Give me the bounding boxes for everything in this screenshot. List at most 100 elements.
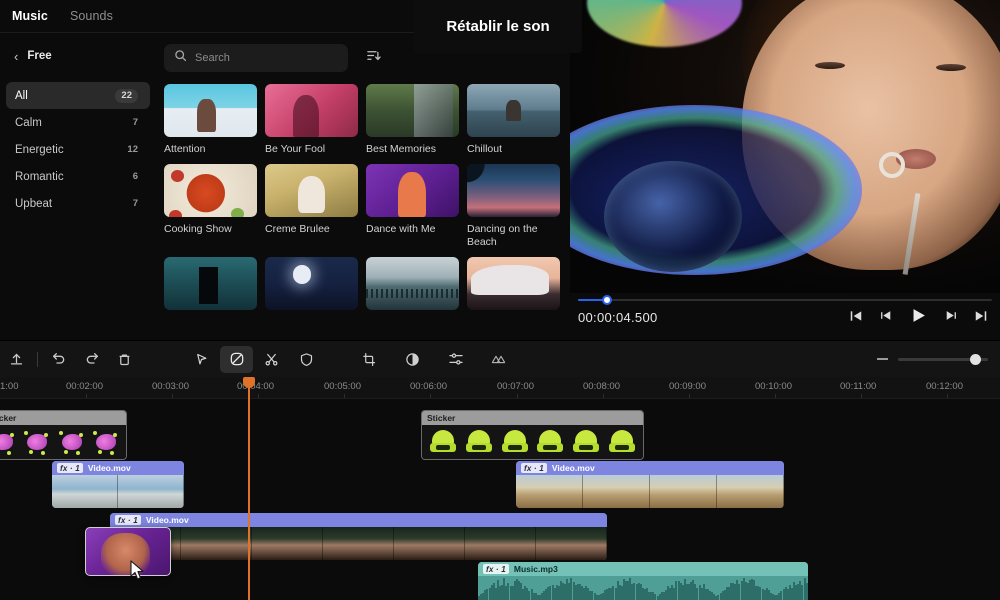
preview-video[interactable]: [570, 0, 1000, 293]
track-thumbnail[interactable]: [366, 84, 459, 137]
select-tool-icon[interactable]: [185, 346, 218, 373]
track-card[interactable]: Cooking Show: [164, 164, 257, 249]
filmstrip: [516, 475, 784, 508]
zoom-slider-track[interactable]: [898, 353, 988, 365]
preview-player: 00:00:04.500: [570, 0, 1000, 340]
track-card[interactable]: Be Your Fool: [265, 84, 358, 156]
timeline-tracks[interactable]: Sticker Sticker: [0, 399, 1000, 600]
track-card[interactable]: Best Memories: [366, 84, 459, 156]
video-editor-app: Music Sounds ‹ Free All 22 Calm 7 Energe…: [0, 0, 1000, 600]
ruler-tick: 00:11:00: [840, 381, 877, 392]
category-item-all[interactable]: All 22: [6, 82, 150, 109]
hat-sticker-icon: [609, 430, 636, 454]
ruler-tickmark: [430, 394, 431, 398]
zoom-out-button[interactable]: [877, 358, 888, 360]
undo-icon[interactable]: [42, 346, 75, 373]
sticker-clip-right[interactable]: Sticker: [421, 410, 644, 460]
toolbar-divider: [37, 351, 38, 367]
transition-icon[interactable]: [482, 346, 515, 373]
search-icon: [174, 49, 187, 67]
crop-icon[interactable]: [353, 346, 386, 373]
tab-music[interactable]: Music: [12, 9, 48, 23]
shield-tool-icon[interactable]: [290, 346, 323, 373]
track-thumbnail[interactable]: [265, 257, 358, 310]
fx-badge: fx · 1: [521, 463, 547, 473]
track-card[interactable]: Chillout: [467, 84, 560, 156]
track-card[interactable]: [265, 257, 358, 310]
ruler-tick: 00:10:00: [755, 381, 792, 392]
clip-header: fx · 1 Music.mp3: [478, 562, 808, 576]
fx-badge: fx · 1: [57, 463, 83, 473]
category-count: 7: [132, 198, 138, 209]
clip-header: Sticker: [0, 411, 126, 425]
flower-sticker-icon: [24, 429, 50, 455]
ruler-tick: 00:12:00: [926, 381, 963, 392]
track-card[interactable]: [366, 257, 459, 310]
track-thumbnail[interactable]: [366, 257, 459, 310]
tooltip-restore-sound: Rétablir le son: [414, 0, 582, 53]
ruler-tick: 00:08:00: [583, 381, 620, 392]
track-thumbnail[interactable]: [467, 84, 560, 137]
ruler-tickmark: [603, 394, 604, 398]
skip-to-start-button[interactable]: [849, 309, 863, 323]
track-card[interactable]: Dancing on the Beach: [467, 164, 560, 249]
skip-to-end-button[interactable]: [974, 309, 988, 323]
fx-badge: fx · 1: [483, 564, 509, 574]
track-card[interactable]: Creme Brulee: [265, 164, 358, 249]
progress-handle[interactable]: [602, 295, 612, 305]
category-item-calm[interactable]: Calm 7: [6, 109, 150, 136]
track-thumbnail[interactable]: [366, 164, 459, 217]
sort-icon[interactable]: [366, 48, 381, 68]
video-clip-1[interactable]: fx · 1 Video.mov: [52, 461, 184, 508]
step-forward-button[interactable]: [944, 309, 957, 322]
tab-sounds[interactable]: Sounds: [70, 9, 113, 23]
category-label: Calm: [15, 116, 42, 129]
track-thumbnail[interactable]: [467, 164, 560, 217]
export-share-icon[interactable]: [0, 346, 33, 373]
search-input[interactable]: Search: [164, 44, 348, 72]
track-title: Cooking Show: [164, 223, 232, 235]
sticker-clip-left[interactable]: Sticker: [0, 410, 127, 460]
music-clip[interactable]: fx · 1 Music.mp3: [478, 562, 808, 600]
clip-header: Sticker: [422, 411, 643, 425]
back-to-free-button[interactable]: ‹ Free: [0, 41, 156, 71]
video-clip-2[interactable]: fx · 1 Video.mov: [516, 461, 784, 508]
chevron-left-icon: ‹: [14, 48, 19, 64]
category-label: Romantic: [15, 170, 64, 183]
category-item-romantic[interactable]: Romantic 6: [6, 163, 150, 190]
track-thumbnail[interactable]: [467, 257, 560, 310]
clip-label: Video.mov: [145, 515, 189, 525]
zoom-slider-handle[interactable]: [970, 353, 981, 365]
toolbar-adjust-group: [353, 346, 515, 373]
track-card[interactable]: [164, 257, 257, 310]
track-grid: Attention Be Your Fool Best Memories Chi…: [156, 84, 560, 310]
split-tool-icon[interactable]: [255, 346, 288, 373]
dragged-clip-ghost[interactable]: [85, 527, 171, 576]
category-sidebar: ‹ Free All 22 Calm 7 Energetic 12 Romant…: [0, 33, 156, 340]
playhead[interactable]: [242, 377, 255, 600]
mask-tool-icon[interactable]: [220, 345, 253, 373]
category-item-upbeat[interactable]: Upbeat 7: [6, 190, 150, 217]
playhead-handle[interactable]: [242, 377, 255, 388]
track-card[interactable]: [467, 257, 560, 310]
track-thumbnail[interactable]: [164, 84, 257, 137]
category-item-energetic[interactable]: Energetic 12: [6, 136, 150, 163]
playback-progress-bar[interactable]: [578, 295, 992, 305]
track-card[interactable]: Attention: [164, 84, 257, 156]
redo-icon[interactable]: [75, 346, 108, 373]
hat-sticker-icon: [465, 430, 492, 454]
opacity-icon[interactable]: [396, 346, 429, 373]
delete-icon[interactable]: [108, 346, 141, 373]
step-back-button[interactable]: [880, 309, 893, 322]
track-thumbnail[interactable]: [164, 164, 257, 217]
timeline-ruler[interactable]: 1:00 00:02:00 00:03:00 00:04:00 00:05:00…: [0, 377, 1000, 399]
track-card[interactable]: Dance with Me: [366, 164, 459, 249]
video-clip-3[interactable]: fx · 1 Video.mov: [110, 513, 607, 560]
play-button[interactable]: [910, 307, 927, 324]
filmstrip: [52, 475, 184, 508]
timecode-display: 00:00:04.500: [578, 310, 658, 325]
track-thumbnail[interactable]: [265, 164, 358, 217]
track-thumbnail[interactable]: [265, 84, 358, 137]
adjust-icon[interactable]: [439, 346, 472, 373]
track-thumbnail[interactable]: [164, 257, 257, 310]
